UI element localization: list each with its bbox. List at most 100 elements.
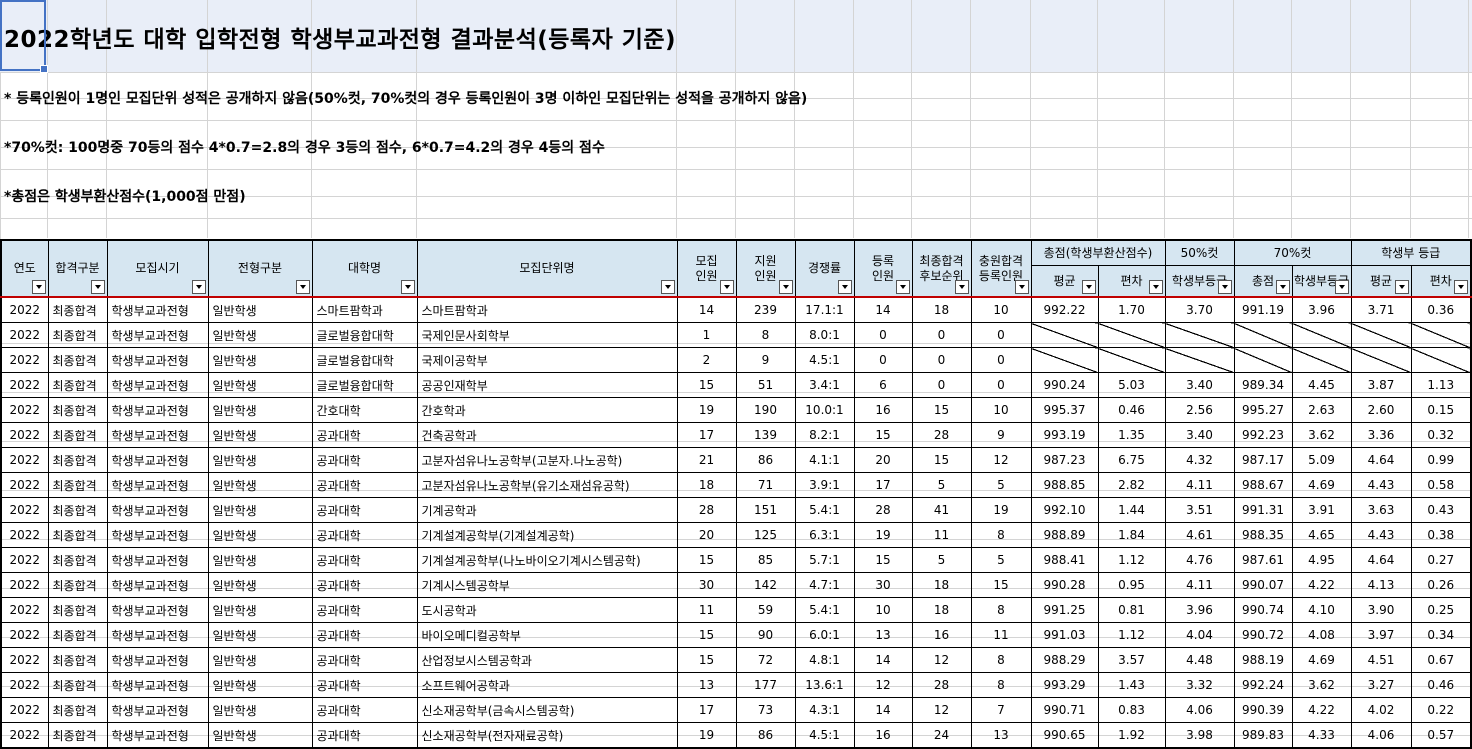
table-cell[interactable]: 기계시스템공학부 (416, 572, 678, 598)
table-cell[interactable]: 2022 (0, 372, 49, 398)
table-cell[interactable]: 4.65 (1291, 522, 1352, 548)
table-row[interactable]: 2022 최종합격 학생부교과전형 일반학생 글로벌융합대학 공공인재학부 15 51 3.4:… (0, 372, 1472, 398)
table-cell[interactable]: 12 (911, 697, 972, 723)
table-cell[interactable]: 8 (970, 597, 1032, 623)
table-cell[interactable]: 학생부교과전형 (106, 397, 209, 423)
table-row[interactable]: 2022 최종합격 학생부교과전형 일반학생 공과대학 기계공학과 28 151 5.4:1 28… (0, 497, 1472, 523)
table-cell[interactable]: 6 (853, 372, 913, 398)
table-cell[interactable]: 기계설계공학부(나노바이오기계시스템공학) (416, 547, 678, 573)
table-cell[interactable]: 학생부교과전형 (106, 322, 209, 348)
table-cell[interactable]: 10 (970, 397, 1032, 423)
table-cell[interactable]: 일반학생 (207, 722, 313, 749)
table-cell[interactable]: 4.45 (1291, 372, 1352, 398)
table-cell[interactable]: 4.10 (1291, 597, 1352, 623)
table-cell[interactable]: 1.12 (1097, 622, 1166, 648)
table-row[interactable]: 2022 최종합격 학생부교과전형 일반학생 공과대학 건축공학과 17 139 8.2:1 15… (0, 422, 1472, 448)
table-cell[interactable]: 28 (911, 422, 972, 448)
table-cell[interactable]: 0.32 (1410, 422, 1472, 448)
table-cell[interactable]: 5.7:1 (794, 547, 855, 573)
table-cell[interactable]: 0 (853, 347, 913, 373)
table-cell[interactable]: 학생부교과전형 (106, 622, 209, 648)
table-cell[interactable]: 15 (676, 647, 737, 673)
table-cell[interactable]: 글로벌융합대학 (311, 372, 418, 398)
table-cell[interactable]: 0.46 (1097, 397, 1166, 423)
table-cell[interactable]: 992.23 (1233, 422, 1293, 448)
table-cell[interactable]: 17 (853, 472, 913, 498)
table-cell[interactable]: 3.51 (1164, 497, 1235, 523)
table-cell[interactable]: 993.19 (1030, 422, 1099, 448)
table-cell[interactable]: 3.96 (1164, 597, 1235, 623)
table-cell[interactable]: 4.11 (1164, 472, 1235, 498)
table-cell[interactable]: 0.36 (1410, 296, 1472, 323)
table-cell[interactable]: 최종합격 (47, 622, 108, 648)
table-cell[interactable]: 5 (911, 547, 972, 573)
table-cell[interactable]: 125 (735, 522, 796, 548)
table-cell[interactable]: 4.5:1 (794, 347, 855, 373)
table-cell[interactable]: 988.67 (1233, 472, 1293, 498)
table-cell[interactable]: 995.37 (1030, 397, 1099, 423)
table-cell[interactable]: 1.84 (1097, 522, 1166, 548)
table-cell[interactable]: 4.7:1 (794, 572, 855, 598)
table-cell[interactable]: 공과대학 (311, 497, 418, 523)
table-cell[interactable]: 일반학생 (207, 322, 313, 348)
filter-dropdown-icon[interactable] (837, 280, 852, 294)
table-cell[interactable] (1233, 322, 1293, 348)
table-cell[interactable]: 최종합격 (47, 597, 108, 623)
table-cell[interactable]: 공과대학 (311, 597, 418, 623)
filter-dropdown-icon[interactable] (778, 280, 793, 294)
table-cell[interactable]: 4.69 (1291, 472, 1352, 498)
table-cell[interactable]: 0.43 (1410, 497, 1472, 523)
table-cell[interactable]: 13 (970, 722, 1032, 749)
table-row[interactable]: 2022 최종합격 학생부교과전형 일반학생 공과대학 바이오메디컬공학부 15 90 6.0:… (0, 622, 1472, 648)
table-cell[interactable]: 990.74 (1233, 597, 1293, 623)
table-row[interactable]: 2022 최종합격 학생부교과전형 일반학생 공과대학 고분자섬유나노공학부(고분자.나노… (0, 447, 1472, 473)
table-row[interactable]: 2022 최종합격 학생부교과전형 일반학생 공과대학 소프트웨어공학과 13 177 13.6… (0, 672, 1472, 698)
table-cell[interactable]: 987.17 (1233, 447, 1293, 473)
table-cell[interactable]: 학생부교과전형 (106, 422, 209, 448)
table-cell[interactable]: 19 (853, 522, 913, 548)
table-cell[interactable]: 0.27 (1410, 547, 1472, 573)
table-cell[interactable]: 1.13 (1410, 372, 1472, 398)
table-cell[interactable]: 공과대학 (311, 672, 418, 698)
table-cell[interactable]: 2022 (0, 422, 49, 448)
table-cell[interactable]: 8.0:1 (794, 322, 855, 348)
table-cell[interactable]: 0.26 (1410, 572, 1472, 598)
table-cell[interactable]: 992.10 (1030, 497, 1099, 523)
table-cell[interactable]: 최종합격 (47, 296, 108, 323)
table-cell[interactable]: 2022 (0, 347, 49, 373)
table-cell[interactable]: 20 (676, 522, 737, 548)
table-cell[interactable] (1164, 347, 1235, 373)
table-cell[interactable]: 일반학생 (207, 522, 313, 548)
table-row[interactable]: 2022 최종합격 학생부교과전형 일반학생 공과대학 도시공학과 11 59 5.4:1 10 1… (0, 597, 1472, 623)
table-cell[interactable]: 14 (676, 296, 737, 323)
table-cell[interactable]: 공과대학 (311, 522, 418, 548)
table-cell[interactable]: 1.70 (1097, 296, 1166, 323)
table-cell[interactable]: 15 (676, 372, 737, 398)
table-cell[interactable]: 4.13 (1350, 572, 1412, 598)
table-cell[interactable]: 991.19 (1233, 296, 1293, 323)
table-cell[interactable]: 공과대학 (311, 422, 418, 448)
table-cell[interactable]: 2 (676, 347, 737, 373)
table-cell[interactable]: 일반학생 (207, 547, 313, 573)
table-cell[interactable]: 12 (911, 647, 972, 673)
table-cell[interactable]: 공과대학 (311, 447, 418, 473)
table-cell[interactable]: 19 (676, 397, 737, 423)
table-cell[interactable]: 2022 (0, 647, 49, 673)
table-cell[interactable]: 글로벌융합대학 (311, 347, 418, 373)
table-cell[interactable]: 3.36 (1350, 422, 1412, 448)
table-cell[interactable]: 3.63 (1350, 497, 1412, 523)
table-cell[interactable]: 최종합격 (47, 397, 108, 423)
table-cell[interactable]: 국제이공학부 (416, 347, 678, 373)
table-cell[interactable]: 18 (911, 572, 972, 598)
table-cell[interactable]: 최종합격 (47, 422, 108, 448)
table-cell[interactable]: 988.35 (1233, 522, 1293, 548)
filter-dropdown-icon[interactable] (895, 280, 910, 294)
table-cell[interactable]: 일반학생 (207, 647, 313, 673)
table-cell[interactable]: 11 (676, 597, 737, 623)
table-cell[interactable]: 30 (853, 572, 913, 598)
table-cell[interactable]: 993.29 (1030, 672, 1099, 698)
table-cell[interactable]: 3.4:1 (794, 372, 855, 398)
table-cell[interactable]: 177 (735, 672, 796, 698)
table-cell[interactable]: 3.62 (1291, 422, 1352, 448)
table-cell[interactable]: 990.39 (1233, 697, 1293, 723)
